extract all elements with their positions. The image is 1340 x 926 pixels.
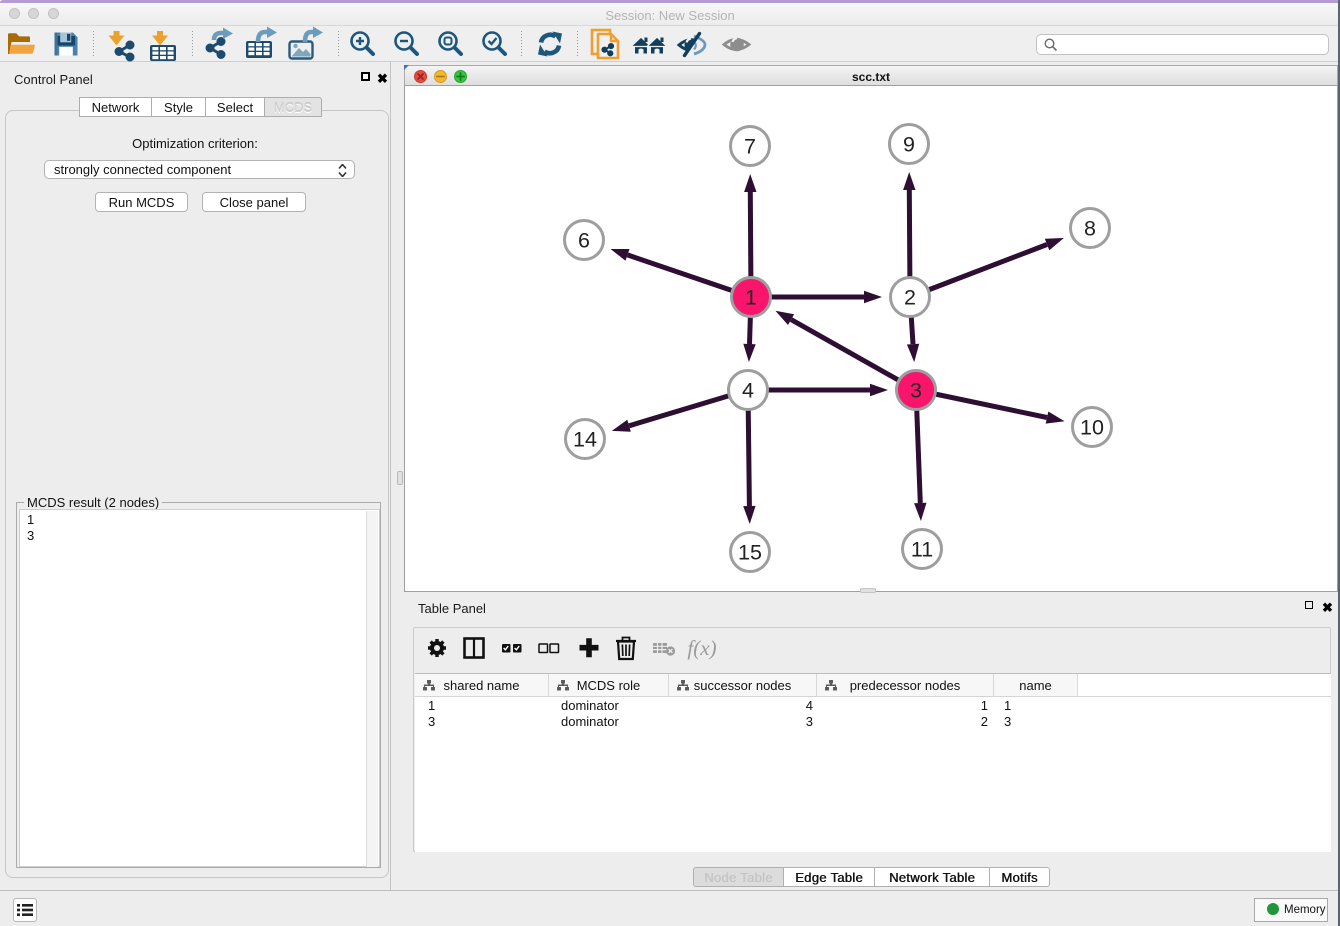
svg-text:15: 15 [738, 541, 762, 565]
svg-text:11: 11 [911, 538, 933, 562]
svg-text:9: 9 [903, 133, 915, 157]
svg-text:2: 2 [904, 286, 916, 310]
svg-text:8: 8 [1084, 217, 1096, 241]
svg-text:14: 14 [573, 428, 597, 452]
svg-text:1: 1 [745, 286, 757, 310]
svg-text:6: 6 [578, 229, 590, 253]
svg-text:f(x): f(x) [687, 636, 716, 660]
svg-text:4: 4 [742, 379, 754, 403]
svg-text:7: 7 [744, 135, 756, 159]
svg-text:3: 3 [910, 379, 922, 403]
svg-text:10: 10 [1080, 416, 1104, 440]
